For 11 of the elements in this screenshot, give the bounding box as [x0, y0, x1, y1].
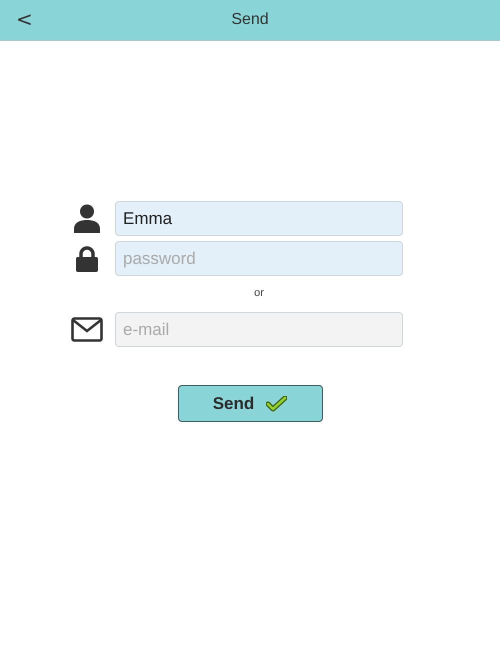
send-button[interactable]: Send [178, 385, 322, 422]
lock-icon [76, 246, 98, 272]
checkmark-icon [266, 396, 288, 412]
email-field[interactable]: e-mail [115, 312, 403, 347]
back-button[interactable]: < [12, 8, 37, 30]
user-icon [74, 204, 100, 233]
header-title: Send [231, 11, 269, 29]
password-field[interactable]: password [115, 241, 403, 276]
envelope-icon [70, 317, 102, 342]
username-field[interactable]: Emma [115, 201, 403, 236]
or-separator: or [253, 287, 265, 299]
